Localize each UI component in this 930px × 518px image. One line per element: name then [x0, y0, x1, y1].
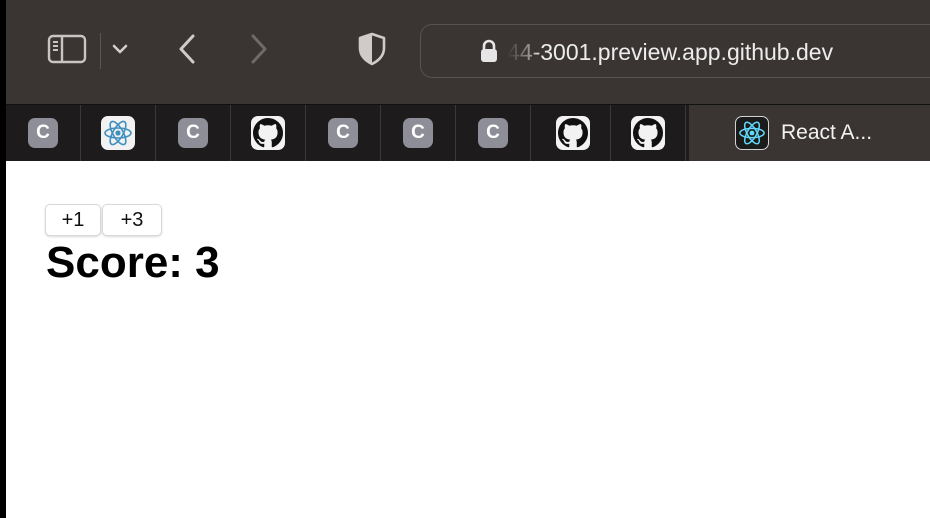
tab-bar: C C C C C React A...: [6, 104, 930, 161]
sidebar-menu-button[interactable]: [108, 38, 132, 64]
github-icon: [251, 116, 285, 150]
tab-active[interactable]: React A...: [689, 105, 930, 161]
github-icon: [631, 116, 665, 150]
url-text: 44-3001.preview.app.github.dev: [507, 39, 834, 65]
github-icon: [556, 116, 590, 150]
c-icon: C: [178, 118, 208, 148]
page-content: +1 +3 Score: 3: [0, 161, 930, 518]
react-icon: [101, 116, 135, 150]
tab-8[interactable]: [536, 105, 611, 161]
tab-title: React A...: [781, 121, 873, 144]
tab-5[interactable]: C: [306, 105, 381, 161]
address-bar[interactable]: 44-3001.preview.app.github.dev: [420, 24, 930, 78]
sidebar-icon: [47, 34, 87, 69]
chevron-right-icon: [248, 33, 270, 70]
url-fade: [507, 33, 541, 71]
chevron-left-icon: [176, 33, 198, 70]
c-icon: C: [403, 118, 433, 148]
shield-icon: [358, 32, 386, 71]
browser-toolbar: 44-3001.preview.app.github.dev: [6, 0, 930, 104]
lock-icon: [479, 39, 499, 63]
sidebar-toggle-button[interactable]: [46, 34, 88, 68]
privacy-report-button[interactable]: [356, 30, 388, 72]
button-row: +1 +3: [45, 204, 162, 236]
c-icon: C: [478, 118, 508, 148]
chevron-down-icon: [112, 42, 128, 60]
tab-9[interactable]: [611, 105, 686, 161]
react-icon: [735, 116, 769, 150]
plus-three-button[interactable]: +3: [102, 204, 162, 236]
score-heading: Score: 3: [46, 238, 220, 287]
tab-4[interactable]: [231, 105, 306, 161]
tab-3[interactable]: C: [156, 105, 231, 161]
tab-6[interactable]: C: [381, 105, 456, 161]
tab-7[interactable]: C: [456, 105, 531, 161]
toolbar-divider: [100, 33, 101, 69]
plus-one-button[interactable]: +1: [45, 204, 101, 236]
c-icon: C: [328, 118, 358, 148]
forward-button[interactable]: [244, 30, 274, 72]
back-button[interactable]: [172, 30, 202, 72]
tab-2[interactable]: [81, 105, 156, 161]
tab-1[interactable]: C: [6, 105, 81, 161]
c-icon: C: [28, 118, 58, 148]
